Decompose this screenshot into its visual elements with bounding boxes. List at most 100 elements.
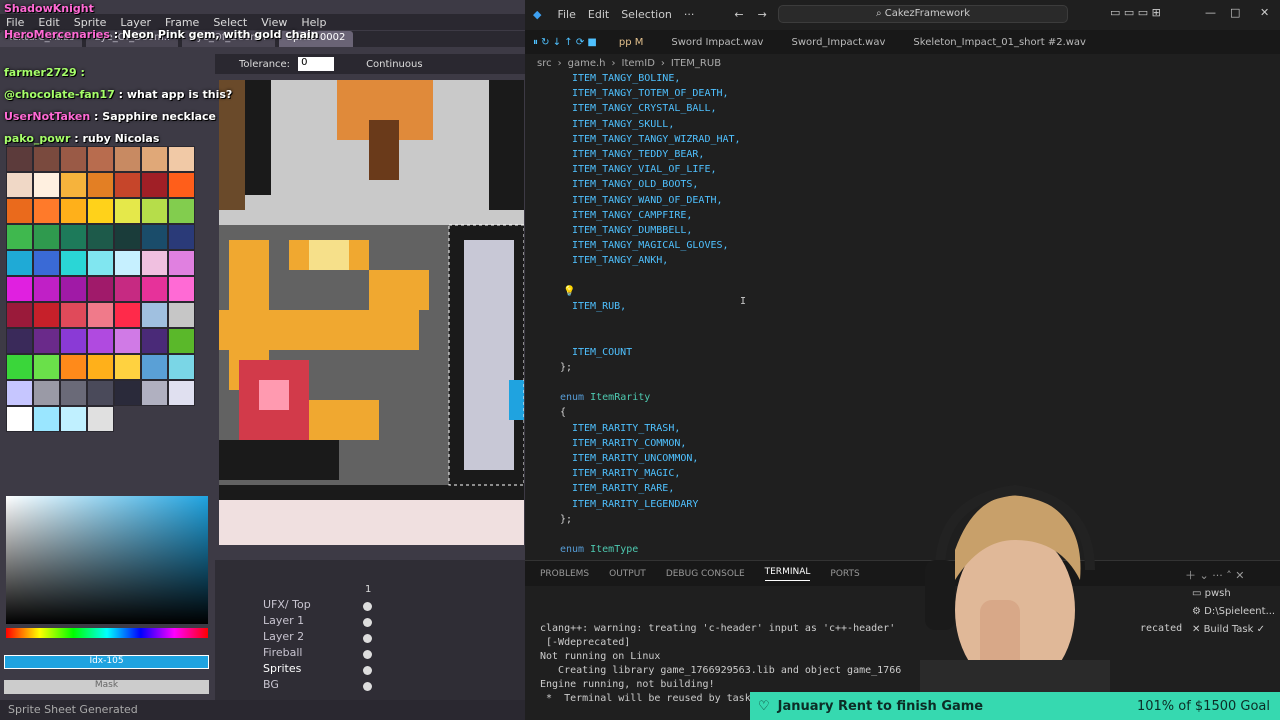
palette-swatch[interactable] <box>168 250 195 276</box>
menu-selection[interactable]: Selection <box>621 8 672 21</box>
tab-sword-impact-2[interactable]: Sword_Impact.wav <box>777 37 899 48</box>
code-editor[interactable]: 💡 I ITEM_TANGY_BOLINE, ITEM_TANGY_TOTEM_O… <box>525 70 1265 558</box>
lightbulb-icon[interactable]: 💡 <box>563 286 575 297</box>
cel-dot[interactable] <box>363 602 372 611</box>
palette-swatch[interactable] <box>33 276 60 302</box>
layer-fireball[interactable]: Fireball <box>263 646 302 659</box>
palette-swatch[interactable] <box>141 250 168 276</box>
palette-swatch[interactable] <box>114 328 141 354</box>
palette-swatch[interactable] <box>141 354 168 380</box>
palette-swatch[interactable] <box>141 198 168 224</box>
panel-actions[interactable]: ＋ ⌄ ··· ˄ ✕ <box>1185 567 1244 583</box>
palette-swatch[interactable] <box>60 380 87 406</box>
terminal-build-task[interactable]: ✕ Build Task ✓ <box>1192 624 1265 635</box>
layout-icons[interactable]: ▭ ▭ ▭ ⊞ <box>1110 6 1161 19</box>
palette-swatch[interactable] <box>6 276 33 302</box>
back-arrow-icon[interactable]: ← <box>734 8 743 21</box>
layer-1[interactable]: Layer 1 <box>263 614 304 627</box>
terminal-folder[interactable]: ⚙ D:\Spieleent... <box>1192 606 1275 617</box>
palette-swatch[interactable] <box>141 328 168 354</box>
command-center-search[interactable]: ⌕ CakezFramework <box>778 5 1068 23</box>
palette-swatch[interactable] <box>60 406 87 432</box>
palette-swatch[interactable] <box>33 380 60 406</box>
palette-swatch[interactable] <box>6 354 33 380</box>
palette-swatch[interactable] <box>87 172 114 198</box>
palette-swatch[interactable] <box>141 276 168 302</box>
tab-sword-impact[interactable]: Sword Impact.wav <box>657 37 777 48</box>
cel-dot[interactable] <box>363 650 372 659</box>
breadcrumb-file[interactable]: game.h <box>568 58 606 69</box>
menu-help[interactable]: Help <box>301 16 326 29</box>
tolerance-input[interactable]: 0 <box>298 57 335 71</box>
palette-swatch[interactable] <box>87 354 114 380</box>
palette-swatch[interactable] <box>33 328 60 354</box>
palette-swatch[interactable] <box>114 224 141 250</box>
palette-swatch[interactable] <box>60 276 87 302</box>
palette-swatch[interactable] <box>168 276 195 302</box>
minimize-icon[interactable]: — <box>1205 6 1216 19</box>
close-icon[interactable]: ✕ <box>1260 6 1269 19</box>
palette-swatch[interactable] <box>141 172 168 198</box>
tab-terminal[interactable]: TERMINAL <box>764 567 811 581</box>
palette-swatch[interactable] <box>60 224 87 250</box>
palette-swatch[interactable] <box>141 224 168 250</box>
menu-more[interactable]: ··· <box>684 8 695 21</box>
palette-swatch[interactable] <box>114 276 141 302</box>
palette-swatch[interactable] <box>87 250 114 276</box>
palette-swatch[interactable] <box>168 380 195 406</box>
palette-swatch[interactable] <box>168 224 195 250</box>
layer-sprites[interactable]: Sprites <box>263 662 301 675</box>
breadcrumb-enum[interactable]: ItemID <box>622 58 655 69</box>
palette-swatch[interactable] <box>87 302 114 328</box>
frame-number[interactable]: 1 <box>365 584 371 595</box>
palette-swatch[interactable] <box>33 354 60 380</box>
palette-swatch[interactable] <box>6 224 33 250</box>
palette-swatch[interactable] <box>33 406 60 432</box>
palette-swatch[interactable] <box>168 302 195 328</box>
tab-output[interactable]: OUTPUT <box>609 569 646 579</box>
palette-swatch[interactable] <box>33 198 60 224</box>
palette-swatch[interactable] <box>168 172 195 198</box>
palette-swatch[interactable] <box>114 380 141 406</box>
mask-color-field[interactable]: Mask <box>4 680 209 694</box>
palette-swatch[interactable] <box>60 302 87 328</box>
palette-swatch[interactable] <box>60 354 87 380</box>
palette-swatch[interactable] <box>168 354 195 380</box>
breadcrumb-symbol[interactable]: ITEM_RUB <box>671 58 721 69</box>
maximize-icon[interactable]: □ <box>1230 6 1240 19</box>
tab-skeleton-impact[interactable]: Skeleton_Impact_01_short #2.wav <box>899 37 1100 48</box>
palette-swatch[interactable] <box>87 276 114 302</box>
palette-swatch[interactable] <box>60 328 87 354</box>
palette-swatch[interactable] <box>141 302 168 328</box>
layer-bg[interactable]: BG <box>263 678 279 691</box>
tab-app[interactable]: pp M <box>605 37 658 48</box>
cel-dot[interactable] <box>363 666 372 675</box>
tab-debug-console[interactable]: DEBUG CONSOLE <box>666 569 745 579</box>
palette-swatch[interactable] <box>6 380 33 406</box>
tab-problems[interactable]: PROBLEMS <box>540 569 589 579</box>
palette-swatch[interactable] <box>60 198 87 224</box>
palette-swatch[interactable] <box>33 224 60 250</box>
palette-swatch[interactable] <box>6 198 33 224</box>
layer-ufx-top[interactable]: UFX/ Top <box>263 598 311 611</box>
palette-swatch[interactable] <box>87 406 114 432</box>
palette-swatch[interactable] <box>168 328 195 354</box>
palette-swatch[interactable] <box>168 198 195 224</box>
palette-swatch[interactable] <box>33 250 60 276</box>
palette-swatch[interactable] <box>6 302 33 328</box>
palette-swatch[interactable] <box>114 172 141 198</box>
palette-swatch[interactable] <box>114 302 141 328</box>
palette-swatch[interactable] <box>114 250 141 276</box>
palette-swatch[interactable] <box>87 198 114 224</box>
palette-swatch[interactable] <box>60 250 87 276</box>
palette-swatch[interactable] <box>6 172 33 198</box>
palette-swatch[interactable] <box>114 354 141 380</box>
palette-swatch[interactable] <box>60 172 87 198</box>
color-picker-field[interactable] <box>6 496 208 624</box>
debug-toolbar[interactable]: ⏸ ↻ ↓ ↑ ⟳ ■ <box>525 37 605 48</box>
tab-ports[interactable]: PORTS <box>830 569 859 579</box>
menu-view[interactable]: View <box>261 16 287 29</box>
forward-arrow-icon[interactable]: → <box>758 8 767 21</box>
palette-swatch[interactable] <box>87 328 114 354</box>
palette-swatch[interactable] <box>33 172 60 198</box>
